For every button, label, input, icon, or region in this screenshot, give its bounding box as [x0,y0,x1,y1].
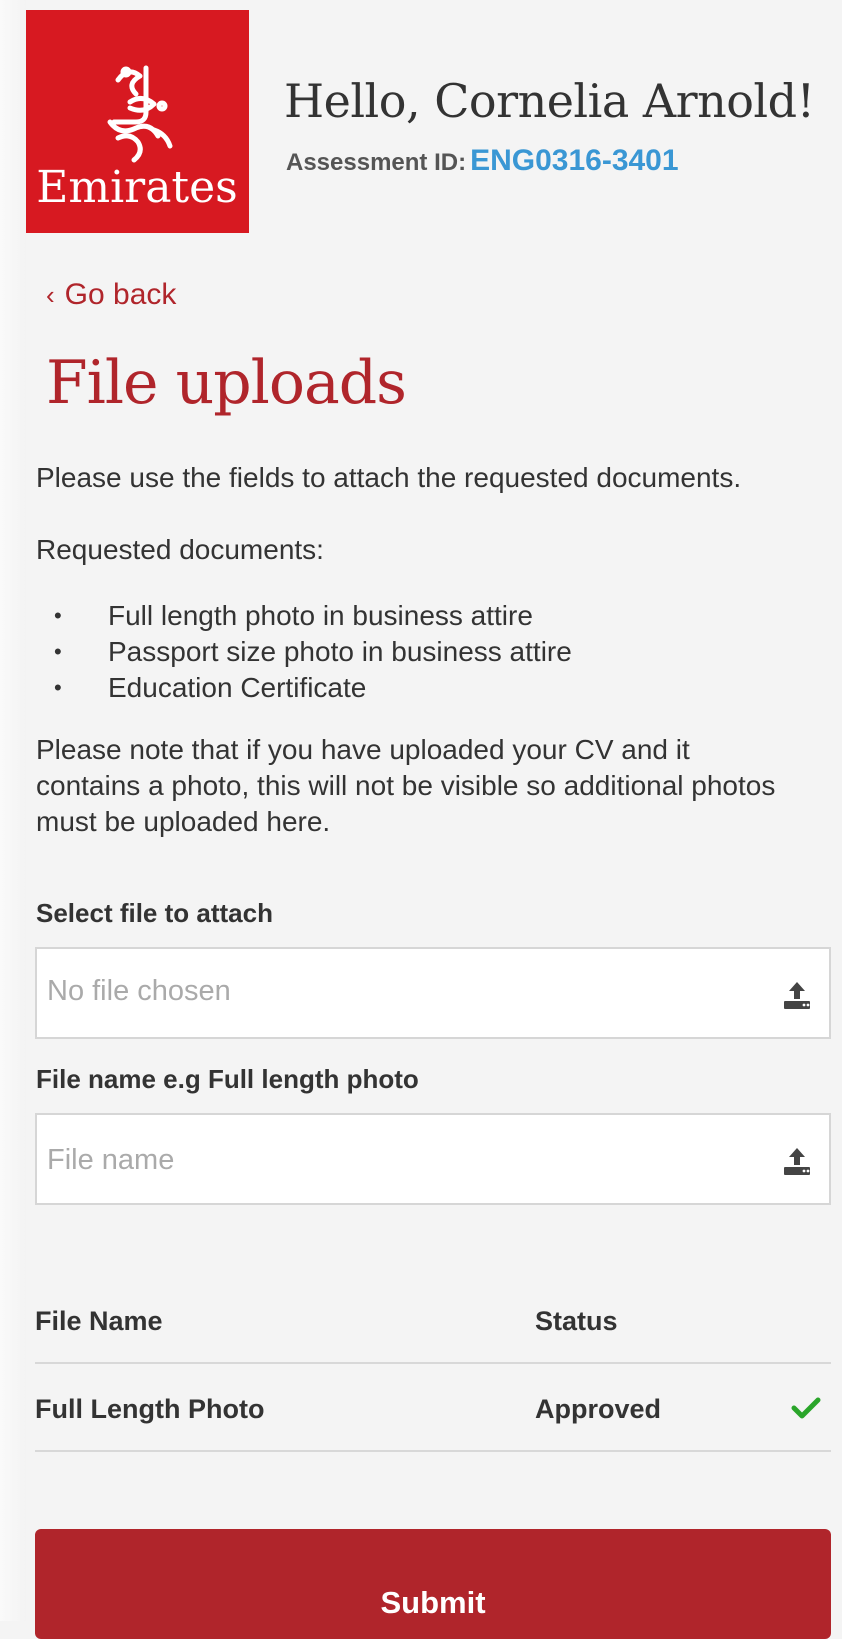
list-item: • Passport size photo in business attire [36,634,572,670]
submit-button[interactable]: Submit [35,1529,831,1639]
file-name-field[interactable] [35,1113,831,1205]
requested-documents-list: • Full length photo in business attire • P… [36,598,572,706]
go-back-link[interactable]: ‹ Go back [46,278,176,312]
bullet: • [54,603,62,628]
bullet: • [54,639,62,664]
page-edge [0,0,26,1621]
column-header-status: Status [535,1306,618,1336]
list-item: • Education Certificate [36,670,572,706]
list-item: • Full length photo in business attire [36,598,572,634]
assessment-id-label: Assessment ID: [286,149,467,176]
select-file-label: Select file to attach [36,898,273,928]
requested-documents-label: Requested documents: [36,534,324,565]
check-icon [791,1397,821,1419]
logo-wordmark: Emirates [36,162,237,213]
uploaded-files-table: File Name Status Full Length Photo Appro… [35,1262,831,1452]
page-title: File uploads [46,348,407,418]
column-header-file-name: File Name [35,1306,163,1336]
status-cell: Approved [535,1394,662,1424]
table-header-row: File Name Status [35,1262,831,1364]
page: Emirates Hello, Cornelia Arnold! Assessm… [26,10,842,1639]
photo-note: Please note that if you have uploaded yo… [36,734,776,837]
file-picker[interactable]: No file chosen [35,947,831,1039]
file-name-input[interactable] [45,1133,749,1187]
emirates-logo-mark: Emirates [36,65,238,213]
file-name-label: File name e.g Full length photo [36,1064,419,1094]
assessment-id-value: ENG0316-3401 [470,144,679,177]
upload-icon[interactable] [781,1145,813,1177]
chevron-left-icon: ‹ [46,280,55,310]
emirates-logo: Emirates [26,10,249,233]
upload-icon[interactable] [781,979,813,1011]
bullet: • [54,675,62,700]
greeting: Hello, Cornelia Arnold! [284,74,815,128]
table-row: Full Length Photo Approved [35,1364,831,1452]
file-name-cell: Full Length Photo [35,1394,265,1424]
intro-text: Please use the fields to attach the requ… [36,462,742,493]
go-back-label: Go back [64,278,177,311]
file-picker-placeholder: No file chosen [47,975,231,1007]
assessment-id-line: Assessment ID: ENG0316-3401 [286,144,679,178]
